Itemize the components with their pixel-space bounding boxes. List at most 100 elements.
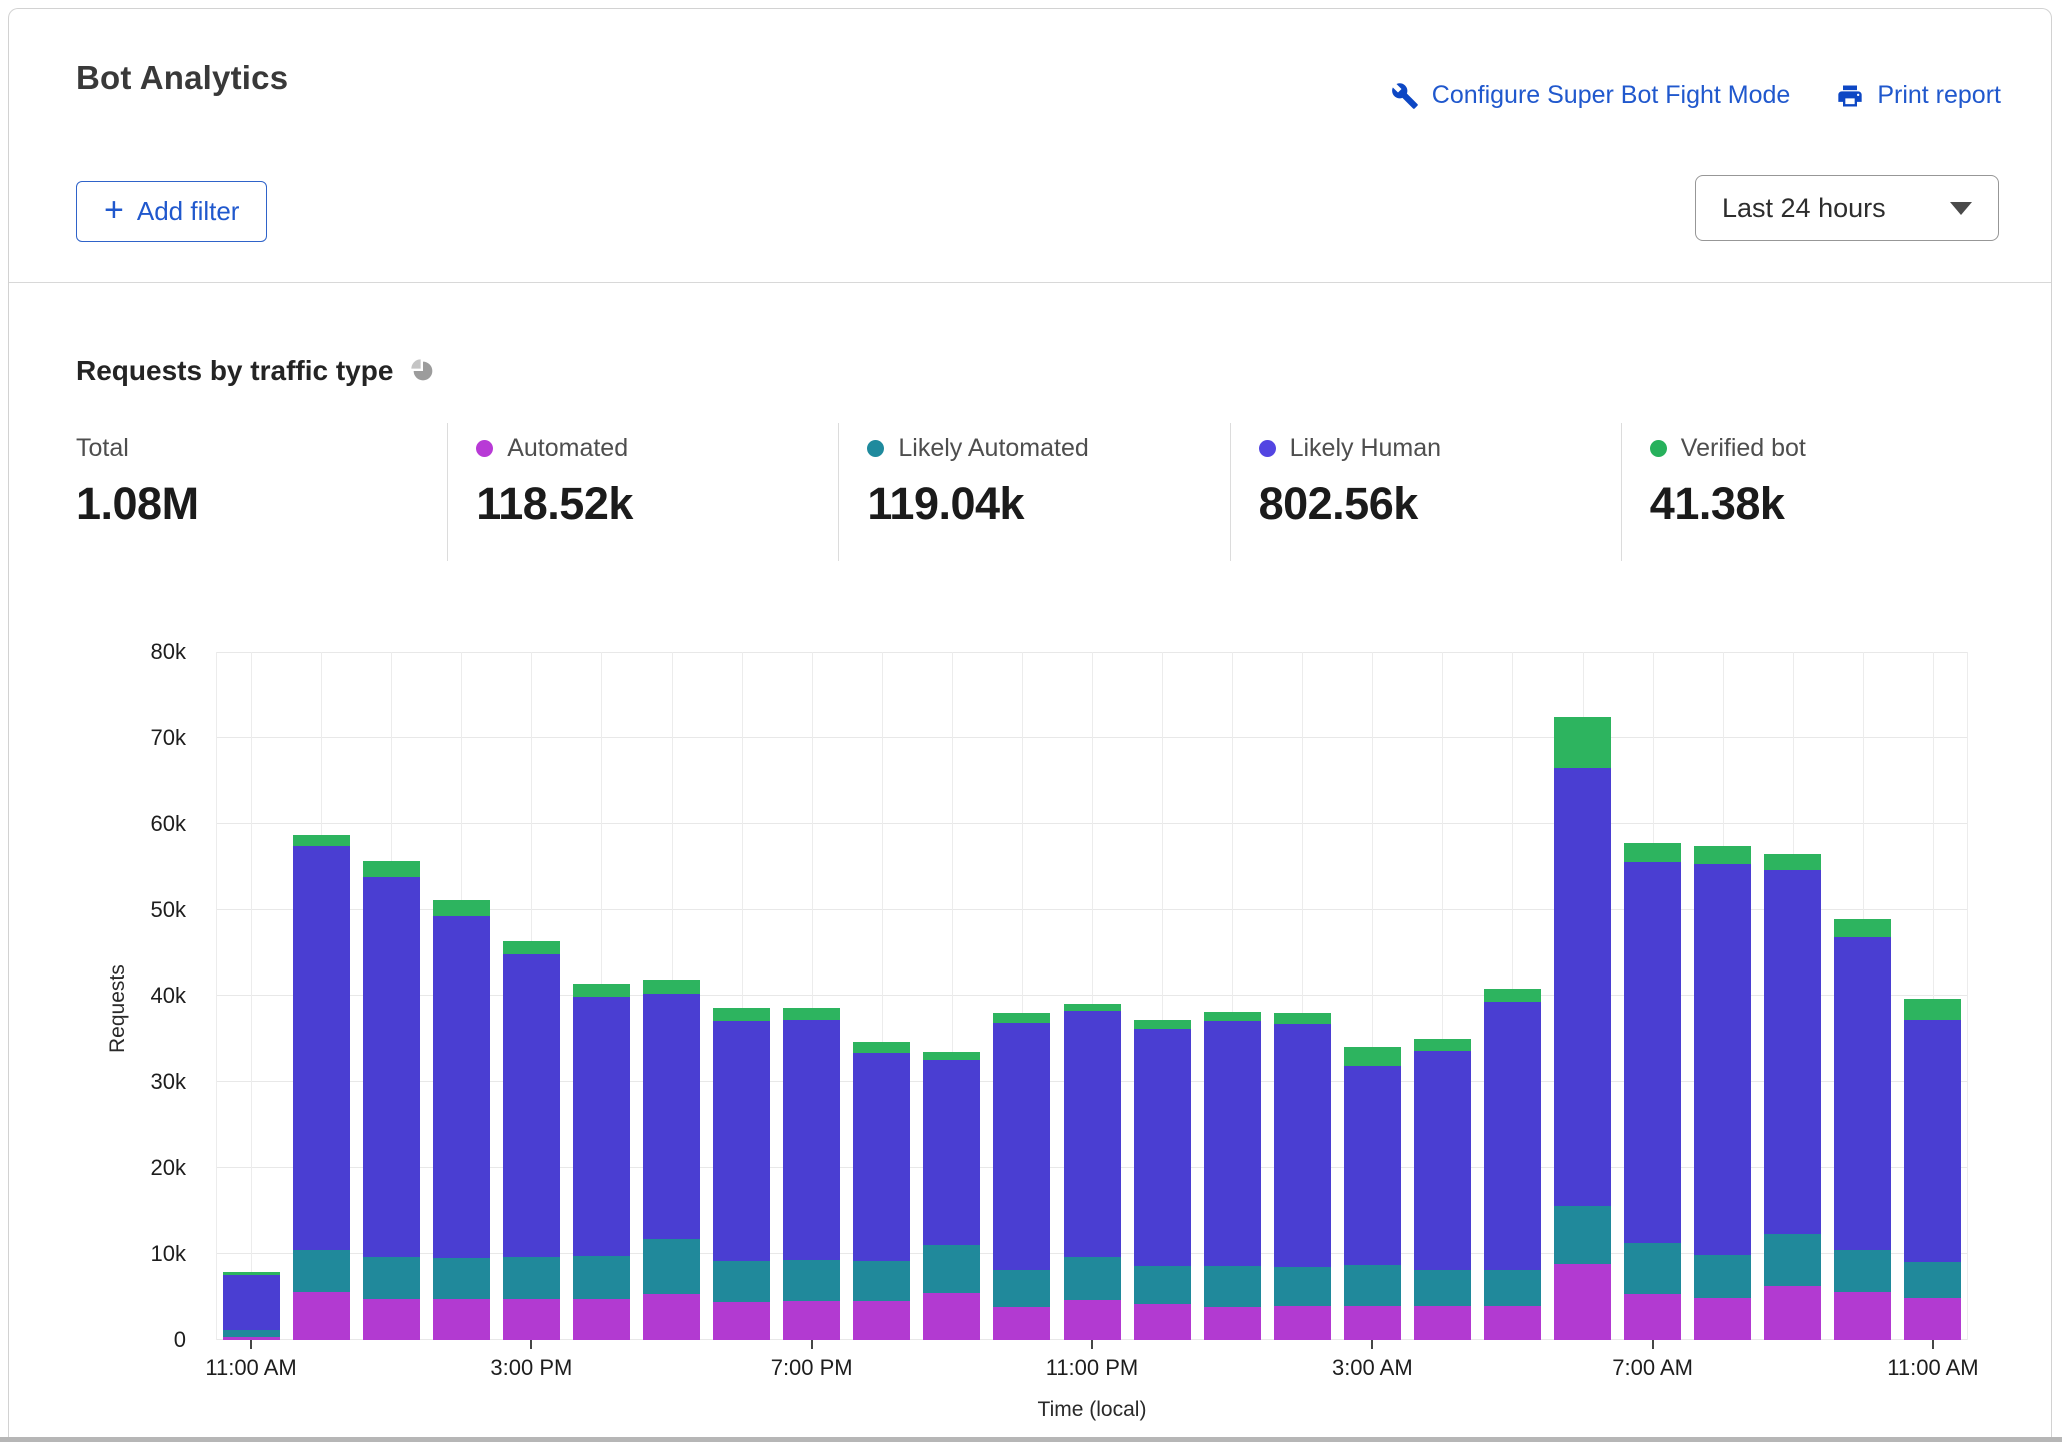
x-axis-tick-label: 7:00 AM: [1568, 1355, 1738, 1381]
bar-stack[interactable]: [1064, 1004, 1121, 1340]
y-axis-tick-label: 60k: [9, 811, 200, 837]
bar-stack[interactable]: [713, 1008, 770, 1340]
bar-segment-automated: [293, 1292, 350, 1340]
bar-segment-likely-automated: [1414, 1270, 1471, 1306]
plot-area: [216, 652, 1968, 1340]
bar-stack[interactable]: [923, 1052, 980, 1340]
bar-segment-automated: [923, 1293, 980, 1340]
bar-segment-automated: [853, 1301, 910, 1340]
header-links: Configure Super Bot Fight Mode Print rep…: [1391, 81, 2001, 110]
stat-label-row: Likely Automated: [867, 431, 1229, 465]
bar-segment-automated: [1204, 1307, 1261, 1340]
bar-segment-likely-human: [1484, 1002, 1541, 1269]
bar-segment-verified-bot: [1834, 919, 1891, 937]
bar-segment-verified-bot: [713, 1008, 770, 1021]
bar-segment-likely-human: [1624, 862, 1681, 1243]
bar-stack[interactable]: [1694, 846, 1751, 1340]
x-axis-tick-label: 3:00 PM: [446, 1355, 616, 1381]
bar-segment-automated: [363, 1299, 420, 1340]
bar-segment-automated: [1764, 1286, 1821, 1340]
bar-stack[interactable]: [1134, 1020, 1191, 1340]
bar-stack[interactable]: [363, 861, 420, 1340]
bar-segment-likely-human: [1694, 864, 1751, 1255]
bar-segment-likely-automated: [1064, 1257, 1121, 1299]
bar-segment-automated: [1484, 1306, 1541, 1340]
bar-stack[interactable]: [1204, 1012, 1261, 1340]
stat-label: Likely Human: [1290, 434, 1441, 463]
bar-segment-likely-automated: [1484, 1270, 1541, 1306]
time-range-select[interactable]: Last 24 hours: [1695, 175, 1999, 241]
bar-segment-likely-automated: [923, 1245, 980, 1293]
printer-icon: [1836, 82, 1864, 110]
section-head: Requests by traffic type: [76, 355, 437, 387]
bar-stack[interactable]: [993, 1013, 1050, 1340]
bar-stack[interactable]: [573, 984, 630, 1340]
bar-stack[interactable]: [1624, 843, 1681, 1340]
bar-segment-automated: [1274, 1306, 1331, 1340]
configure-link-label: Configure Super Bot Fight Mode: [1432, 81, 1791, 110]
header-divider: [9, 282, 2051, 283]
stat-column-likely-human[interactable]: Likely Human 802.56k: [1230, 423, 1621, 561]
requests-chart: Requests 010k20k30k40k50k60k70k80k Time …: [9, 601, 2053, 1438]
bar-segment-likely-automated: [1694, 1255, 1751, 1298]
bar-segment-likely-human: [713, 1021, 770, 1261]
bar-segment-likely-human: [923, 1060, 980, 1245]
bar-stack[interactable]: [1484, 989, 1541, 1340]
legend-dot-verified-bot: [1650, 440, 1667, 457]
stat-label: Automated: [507, 434, 628, 463]
bar-segment-verified-bot: [1274, 1013, 1331, 1024]
section-title: Requests by traffic type: [76, 355, 393, 387]
stat-column-verified-bot[interactable]: Verified bot41.38k: [1621, 423, 2012, 561]
x-axis-tick-label: 11:00 PM: [1007, 1355, 1177, 1381]
bar-segment-verified-bot: [1484, 989, 1541, 1002]
bar-segment-verified-bot: [1204, 1012, 1261, 1021]
bar-stack[interactable]: [1764, 854, 1821, 1340]
configure-super-bot-fight-mode-link[interactable]: Configure Super Bot Fight Mode: [1391, 81, 1791, 110]
bar-segment-automated: [1064, 1300, 1121, 1340]
bar-segment-likely-human: [783, 1020, 840, 1260]
x-axis-tick-label: 11:00 AM: [166, 1355, 336, 1381]
bar-segment-likely-human: [293, 846, 350, 1249]
bar-stack[interactable]: [433, 900, 490, 1340]
bar-segment-likely-human: [1134, 1029, 1191, 1266]
stat-column-automated[interactable]: Automated118.52k: [447, 423, 838, 561]
stat-label-row: Automated: [476, 431, 838, 465]
bar-stack[interactable]: [503, 941, 560, 1340]
bar-stack[interactable]: [853, 1042, 910, 1340]
bar-stack[interactable]: [1274, 1013, 1331, 1340]
add-filter-button[interactable]: + Add filter: [76, 181, 267, 242]
bottom-divider: [0, 1437, 2062, 1442]
bar-segment-likely-automated: [1204, 1266, 1261, 1307]
stat-value: 802.56k: [1259, 478, 1621, 530]
stat-column-likely-automated[interactable]: Likely Automated 119.04k: [838, 423, 1229, 561]
bar-stack[interactable]: [643, 980, 700, 1340]
x-axis-tick: [1652, 1340, 1654, 1349]
bar-segment-likely-automated: [573, 1256, 630, 1299]
bar-stack[interactable]: [293, 835, 350, 1340]
legend-dot-likely-human: [1259, 440, 1276, 457]
bar-stack[interactable]: [223, 1272, 280, 1340]
bar-stack[interactable]: [1554, 717, 1611, 1340]
bar-stack[interactable]: [1414, 1039, 1471, 1340]
bar-segment-likely-human: [1554, 768, 1611, 1206]
bar-stack[interactable]: [1344, 1047, 1401, 1340]
y-axis-tick-label: 40k: [9, 983, 200, 1009]
x-axis-title: Time (local): [216, 1398, 1968, 1422]
bar-stack[interactable]: [783, 1008, 840, 1340]
print-report-link[interactable]: Print report: [1836, 81, 2001, 110]
bar-segment-likely-automated: [433, 1258, 490, 1298]
y-axis-tick-label: 80k: [9, 639, 200, 665]
stat-value: 119.04k: [867, 478, 1229, 530]
bar-segment-verified-bot: [1414, 1039, 1471, 1051]
bar-segment-verified-bot: [923, 1052, 980, 1060]
stat-label-row: Verified bot: [1650, 431, 2012, 465]
bar-segment-verified-bot: [1764, 854, 1821, 870]
bar-stack[interactable]: [1904, 999, 1961, 1340]
stat-label: Total: [76, 434, 129, 463]
bar-segment-verified-bot: [993, 1013, 1050, 1022]
wrench-icon: [1391, 82, 1419, 110]
y-axis-tick-label: 10k: [9, 1241, 200, 1267]
bar-segment-automated: [1904, 1298, 1961, 1340]
bar-stack[interactable]: [1834, 919, 1891, 1340]
stat-column-total: Total1.08M: [56, 423, 447, 561]
